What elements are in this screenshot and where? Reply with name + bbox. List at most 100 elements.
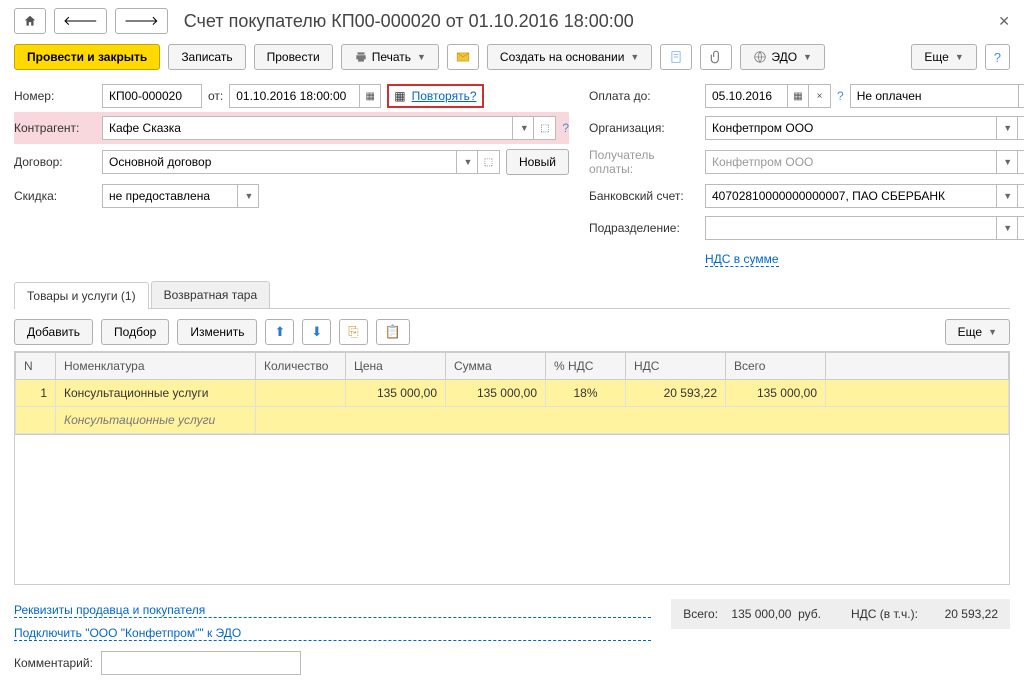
document-icon [669,50,683,64]
post-and-close-button[interactable]: Провести и закрыть [14,44,160,70]
more-button[interactable]: Еще ▼ [911,44,976,70]
post-button[interactable]: Провести [254,44,333,70]
dropdown-button[interactable]: ▼ [1018,84,1024,108]
envelope-icon [456,50,470,64]
open-button[interactable]: ⬚ [478,150,500,174]
tab-goods-services[interactable]: Товары и услуги (1) [14,282,149,309]
comment-input[interactable] [101,651,301,675]
dropdown-button[interactable]: ▼ [237,184,259,208]
attachment-doc-button[interactable] [660,44,692,70]
payee-input [705,150,996,174]
from-label: от: [208,89,223,103]
create-based-on-button[interactable]: Создать на основании ▼ [487,44,652,70]
open-button[interactable]: ⬚ [1018,184,1024,208]
chevron-down-icon: ▼ [1003,191,1012,201]
cell-sub-nomenclature: Консультационные услуги [56,407,256,434]
dropdown-button[interactable]: ▼ [996,150,1018,174]
write-button[interactable]: Записать [168,44,245,70]
calendar-button[interactable]: ▦ [359,84,381,108]
back-button[interactable]: 🡐 [54,8,107,34]
col-total[interactable]: Всего [726,353,826,380]
dropdown-button[interactable]: ▼ [996,184,1018,208]
copy-button[interactable]: ⎘ [339,319,367,345]
open-icon: ⬚ [484,157,493,168]
add-row-button[interactable]: Добавить [14,319,93,345]
clear-button[interactable]: × [809,84,831,108]
table-more-button[interactable]: Еще ▼ [945,319,1010,345]
clip-button[interactable] [700,44,732,70]
col-nomenclature[interactable]: Номенклатура [56,353,256,380]
open-button[interactable]: ⬚ [534,116,556,140]
pick-button[interactable]: Подбор [101,319,169,345]
discount-select[interactable] [102,184,237,208]
chevron-down-icon: ▼ [245,191,254,201]
col-price[interactable]: Цена [346,353,446,380]
forward-button[interactable]: 🡒 [115,8,168,34]
date-input[interactable] [229,84,359,108]
open-button[interactable]: ⬚ [1018,216,1024,240]
vat-mode-link[interactable]: НДС в сумме [705,252,779,267]
arrow-left-icon: 🡐 [63,13,98,29]
dropdown-button[interactable]: ▼ [996,116,1018,140]
seller-buyer-details-link[interactable]: Реквизиты продавца и покупателя [14,603,651,618]
table-toolbar: Добавить Подбор Изменить ⬆ ⬇ ⎘ 📋 Еще ▼ [14,319,1010,345]
footer-summary: Всего: 135 000,00 руб. НДС (в т.ч.): 20 … [671,599,1010,629]
move-down-button[interactable]: ⬇ [302,319,331,345]
col-sum[interactable]: Сумма [446,353,546,380]
calendar-button[interactable]: ▦ [787,84,809,108]
mail-button[interactable] [447,44,479,70]
open-button[interactable]: ⬚ [1018,150,1024,174]
help-link[interactable]: ? [837,89,844,103]
cell-price: 135 000,00 [346,380,446,407]
tab-returnable-tare[interactable]: Возвратная тара [151,281,271,308]
connect-edo-link[interactable]: Подключить "ООО "Конфетпром"" к ЭДО [14,626,651,641]
new-contract-button[interactable]: Новый [506,149,569,175]
bank-account-input[interactable] [705,184,996,208]
open-button[interactable]: ⬚ [1018,116,1024,140]
x-icon: × [817,91,823,102]
arrow-right-icon: 🡒 [124,13,159,29]
chevron-down-icon: ▼ [630,52,639,62]
table-sub-row[interactable]: Консультационные услуги [16,407,1009,434]
help-button[interactable]: ? [985,44,1010,70]
repeat-link[interactable]: Повторять? [412,89,477,103]
cell-nomenclature: Консультационные услуги [56,380,256,407]
payment-status-select[interactable] [850,84,1018,108]
help-link[interactable]: ? [562,121,569,135]
number-input[interactable] [102,84,202,108]
edo-button[interactable]: ЭДО ▼ [740,44,825,70]
organization-input[interactable] [705,116,996,140]
payee-label: Получатель оплаты: [589,148,699,176]
payment-until-input[interactable] [705,84,787,108]
col-qty[interactable]: Количество [256,353,346,380]
paste-button[interactable]: 📋 [376,319,410,345]
division-input[interactable] [705,216,996,240]
dropdown-button[interactable]: ▼ [512,116,534,140]
goods-table: N Номенклатура Количество Цена Сумма % Н… [14,351,1010,435]
col-vat-pct[interactable]: % НДС [546,353,626,380]
home-icon [23,14,37,28]
chevron-down-icon: ▼ [1003,223,1012,233]
chevron-down-icon: ▼ [988,327,997,337]
col-vat[interactable]: НДС [626,353,726,380]
change-button[interactable]: Изменить [177,319,257,345]
dropdown-button[interactable]: ▼ [996,216,1018,240]
home-button[interactable] [14,8,46,34]
table-row[interactable]: 1 Консультационные услуги 135 000,00 135… [16,380,1009,407]
summary-total: 135 000,00 [731,607,791,621]
titlebar: 🡐 🡒 Счет покупателю КП00-000020 от 01.10… [14,8,1010,34]
col-n[interactable]: N [16,353,56,380]
contract-input[interactable] [102,150,456,174]
move-up-button[interactable]: ⬆ [265,319,294,345]
chevron-down-icon: ▼ [417,52,426,62]
question-icon: ? [994,50,1001,65]
chevron-down-icon: ▼ [803,52,812,62]
print-button[interactable]: Печать ▼ [341,44,439,70]
close-button[interactable]: ✕ [998,13,1010,30]
cell-sum: 135 000,00 [446,380,546,407]
chevron-down-icon: ▼ [463,157,472,167]
dropdown-button[interactable]: ▼ [456,150,478,174]
counterparty-input[interactable] [102,116,512,140]
arrow-up-icon: ⬆ [274,324,285,340]
calendar-icon: ▦ [366,91,375,102]
